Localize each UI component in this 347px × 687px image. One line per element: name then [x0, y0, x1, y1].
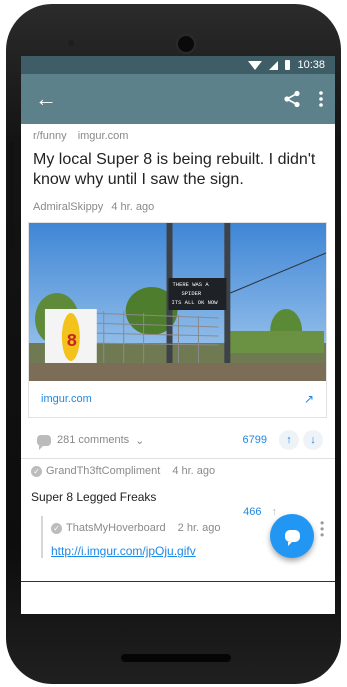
status-time: 10:38: [297, 59, 325, 71]
comment-count: 281 comments: [57, 434, 130, 446]
nav-divider: [21, 581, 335, 582]
post-domain[interactable]: imgur.com: [78, 130, 129, 142]
upvote-icon[interactable]: ↑: [279, 430, 299, 450]
comment-body: Super 8 Legged Freaks: [31, 490, 157, 504]
sensor-dot: [68, 40, 74, 46]
front-camera: [176, 34, 196, 54]
post-header: r/funny imgur.com My local Super 8 is be…: [21, 124, 335, 213]
comments-toggle[interactable]: 281 comments ⌄: [37, 434, 145, 450]
open-external-icon[interactable]: ↗: [304, 392, 314, 406]
post-byline: AdmiralSkippy 4 hr. ago: [33, 201, 323, 213]
check-circle-icon: ✓: [51, 522, 62, 534]
comment-age: 4 hr. ago: [172, 465, 216, 477]
subreddit-link[interactable]: r/funny: [33, 130, 67, 142]
comment-vote: 466 ↑: [243, 506, 277, 518]
vote-controls: 6799 ↑ ↓: [243, 430, 323, 450]
post-actions: 281 comments ⌄ 6799 ↑ ↓: [21, 422, 335, 459]
battery-icon: [285, 60, 291, 70]
post-author[interactable]: AdmiralSkippy: [33, 201, 103, 213]
app-bar: ←: [21, 74, 335, 124]
reply-age: 2 hr. ago: [177, 522, 221, 534]
overflow-menu-icon[interactable]: [319, 91, 323, 107]
comment-author[interactable]: GrandTh3ftCompliment: [46, 465, 160, 477]
reply-author[interactable]: ThatsMyHoverboard: [66, 522, 166, 534]
post-meta: r/funny imgur.com: [33, 130, 323, 142]
comment-header: ✓ GrandTh3ftCompliment 4 hr. ago: [31, 465, 325, 477]
comment-overflow-icon[interactable]: • • •: [320, 517, 324, 541]
link-row[interactable]: imgur.com ↗: [29, 381, 326, 417]
app-screen: 10:38 ← r/funny imgur.com My local Super…: [21, 56, 335, 614]
link-domain[interactable]: imgur.com: [41, 393, 92, 405]
svg-text:8: 8: [67, 330, 77, 350]
back-arrow-icon[interactable]: ←: [35, 88, 57, 110]
signal-icon: [269, 60, 279, 70]
sign-line-1: THERE WAS A: [173, 281, 210, 288]
wifi-icon: [248, 60, 263, 70]
power-button: [9, 142, 14, 250]
phone-device: 10:38 ← r/funny imgur.com My local Super…: [0, 0, 347, 687]
post-image[interactable]: THERE WAS A SPIDER ITS ALL OK NOW 8: [29, 223, 326, 381]
comment-icon: [37, 434, 51, 450]
post-age: 4 hr. ago: [111, 201, 155, 213]
post-title: My local Super 8 is being rebuilt. I did…: [33, 151, 316, 188]
comment-upvote-icon[interactable]: ↑: [272, 506, 278, 518]
post-score: 6799: [242, 434, 267, 446]
comment-score: 466: [243, 506, 262, 518]
sign-line-2: SPIDER: [181, 290, 201, 297]
chevron-down-icon: ⌄: [135, 434, 145, 447]
check-circle-icon: ✓: [31, 465, 42, 477]
downvote-icon[interactable]: ↓: [303, 430, 323, 450]
reply-fab-button[interactable]: [270, 514, 314, 558]
status-bar: 10:38: [21, 56, 335, 74]
share-icon[interactable]: [283, 90, 301, 108]
sign-line-3: ITS ALL OK NOW: [172, 299, 219, 306]
chat-bubble-icon: [284, 530, 300, 546]
link-preview-card[interactable]: THERE WAS A SPIDER ITS ALL OK NOW 8 imgu…: [28, 222, 327, 418]
bottom-speaker: [121, 654, 231, 662]
